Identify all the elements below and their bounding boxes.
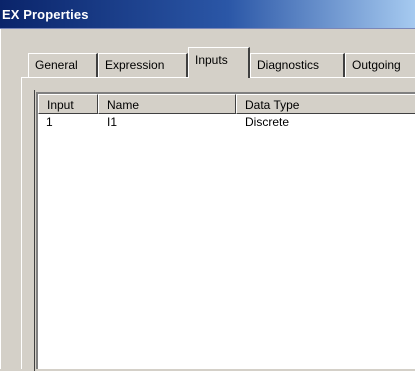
cell-name: I1 — [107, 115, 118, 129]
tab-diagnostics-label: Diagnostics — [257, 58, 320, 72]
tab-outgoing-label: Outgoing — [352, 58, 401, 72]
table-row[interactable]: 1 I1 Discrete — [38, 114, 415, 130]
tab-inputs[interactable]: Inputs — [188, 47, 250, 78]
tab-general[interactable]: General — [28, 53, 98, 77]
column-header-data-type-label: Data Type — [245, 98, 300, 112]
tab-panel-left-edge — [21, 77, 22, 369]
cell-input: 1 — [46, 115, 53, 129]
tab-inputs-label: Inputs — [195, 53, 228, 67]
column-header-input-label: Input — [47, 98, 74, 112]
column-header-data-type[interactable]: Data Type — [236, 94, 415, 114]
inputs-list-view[interactable]: Input Name Data Type 1 I1 Discrete — [34, 90, 415, 371]
column-header-name[interactable]: Name — [98, 94, 236, 114]
tab-general-label: General — [35, 58, 78, 72]
tab-expression[interactable]: Expression — [98, 53, 188, 77]
column-header-name-label: Name — [107, 98, 140, 112]
tab-outgoing[interactable]: Outgoing — [345, 53, 415, 77]
tab-expression-label: Expression — [105, 58, 165, 72]
cell-data-type: Discrete — [245, 115, 290, 129]
column-header-input[interactable]: Input — [38, 94, 98, 114]
list-header: Input Name Data Type — [38, 94, 415, 114]
tab-strip: General Expression Inputs Diagnostics Ou… — [0, 0, 415, 90]
tab-diagnostics[interactable]: Diagnostics — [250, 53, 345, 77]
